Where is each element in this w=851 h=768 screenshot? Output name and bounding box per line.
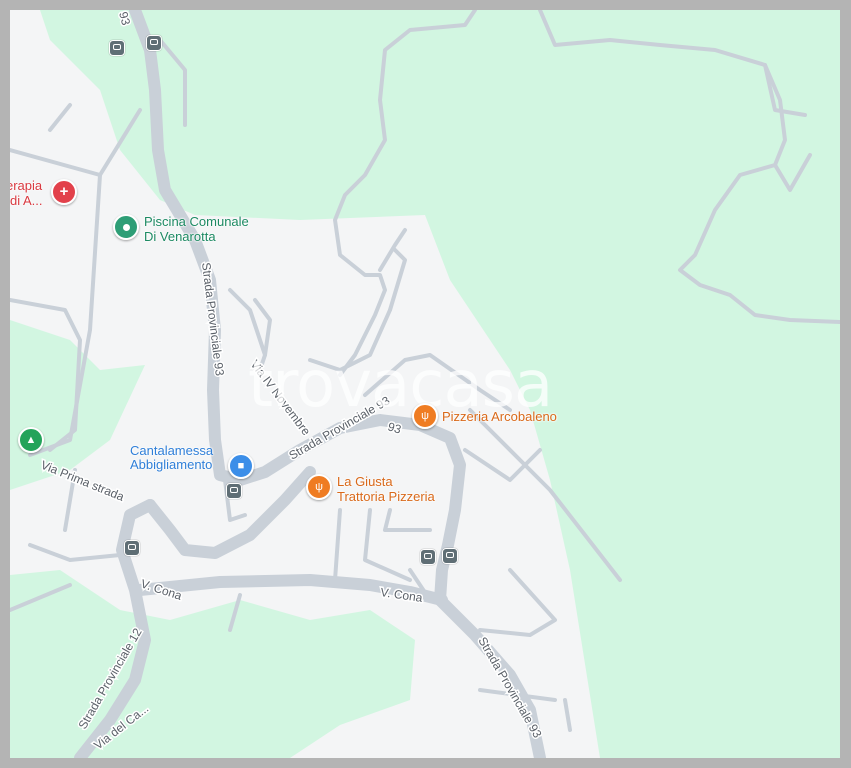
first-aid-icon: +	[51, 179, 77, 205]
pool-icon	[113, 214, 139, 240]
poi-la-giusta-label-2: Trattoria Pizzeria	[337, 489, 435, 504]
fork-knife-icon: ψ	[412, 403, 438, 429]
poi-terapia-label-1: erapia	[10, 178, 43, 193]
bus-stop-icon[interactable]	[420, 549, 436, 565]
bus-stop-icon[interactable]	[226, 483, 242, 499]
poi-piscina-label-2: Di Venarotta	[144, 229, 216, 244]
bus-stop-icon[interactable]	[124, 540, 140, 556]
park-area-southwest	[10, 570, 415, 758]
tree-icon: ▲	[18, 427, 44, 453]
bus-stop-icon[interactable]	[146, 35, 162, 51]
fork-knife-icon: ψ	[306, 474, 332, 500]
shopping-bag-icon: ■	[228, 453, 254, 479]
poi-piscina-label-1: Piscina Comunale	[144, 214, 249, 229]
bus-stop-icon[interactable]	[109, 40, 125, 56]
road-label-sp93-bottom: Strada Provinciale 93	[475, 635, 544, 741]
bus-stop-icon[interactable]	[442, 548, 458, 564]
poi-terapia-label-2: di A...	[10, 193, 43, 208]
poi-la-giusta-label-1: La Giusta	[337, 474, 393, 489]
road-label-via-prima-strada: Via Prima strada	[39, 458, 127, 504]
road-label-sp93-vertical: Strada Provinciale 93	[199, 262, 227, 377]
map-frame[interactable]: 93 Strada Provinciale 93 Via IV Novembre…	[10, 10, 840, 758]
poi-pizzeria-arcobaleno-label: Pizzeria Arcobaleno	[442, 409, 557, 424]
road-label-sp93-continued: 93	[386, 419, 403, 436]
poi-cantalamessa-label-2: Abbigliamento	[130, 457, 213, 472]
poi-cantalamessa-label-1: Cantalamessa	[130, 443, 214, 458]
